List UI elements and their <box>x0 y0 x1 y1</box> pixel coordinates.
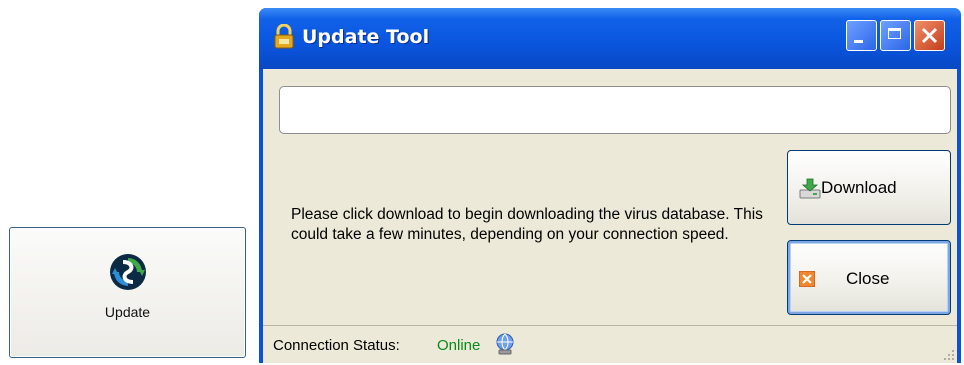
download-button-label: Download <box>821 178 897 197</box>
instruction-message: Please click download to begin downloadi… <box>291 206 763 243</box>
window-client-area: Please click download to begin downloadi… <box>263 69 957 363</box>
window-close-button[interactable] <box>914 20 945 51</box>
maximize-button[interactable] <box>880 20 911 51</box>
window-title: Update Tool <box>302 26 430 48</box>
update-tool-window: Update Tool Please click download to beg… <box>259 8 961 363</box>
lock-icon <box>274 24 294 49</box>
close-button-label: Close <box>846 269 890 288</box>
connection-status-label: Connection Status: <box>273 337 400 354</box>
resize-grip-icon[interactable] <box>943 349 955 361</box>
download-drive-icon <box>799 178 821 199</box>
connection-status-value: Online <box>437 337 481 354</box>
network-globe-icon <box>496 333 514 355</box>
minimize-button[interactable] <box>846 20 877 51</box>
update-button[interactable]: Update <box>9 227 246 358</box>
update-button-label: Update <box>104 304 151 320</box>
download-button[interactable]: Download <box>787 150 951 225</box>
close-icon <box>921 27 938 44</box>
progress-bar <box>279 86 951 134</box>
title-bar[interactable]: Update Tool <box>259 8 961 69</box>
close-button[interactable]: Close <box>787 240 951 315</box>
status-bar: Connection Status: Online <box>263 325 957 363</box>
close-x-icon <box>799 271 815 287</box>
refresh-icon <box>110 254 146 290</box>
